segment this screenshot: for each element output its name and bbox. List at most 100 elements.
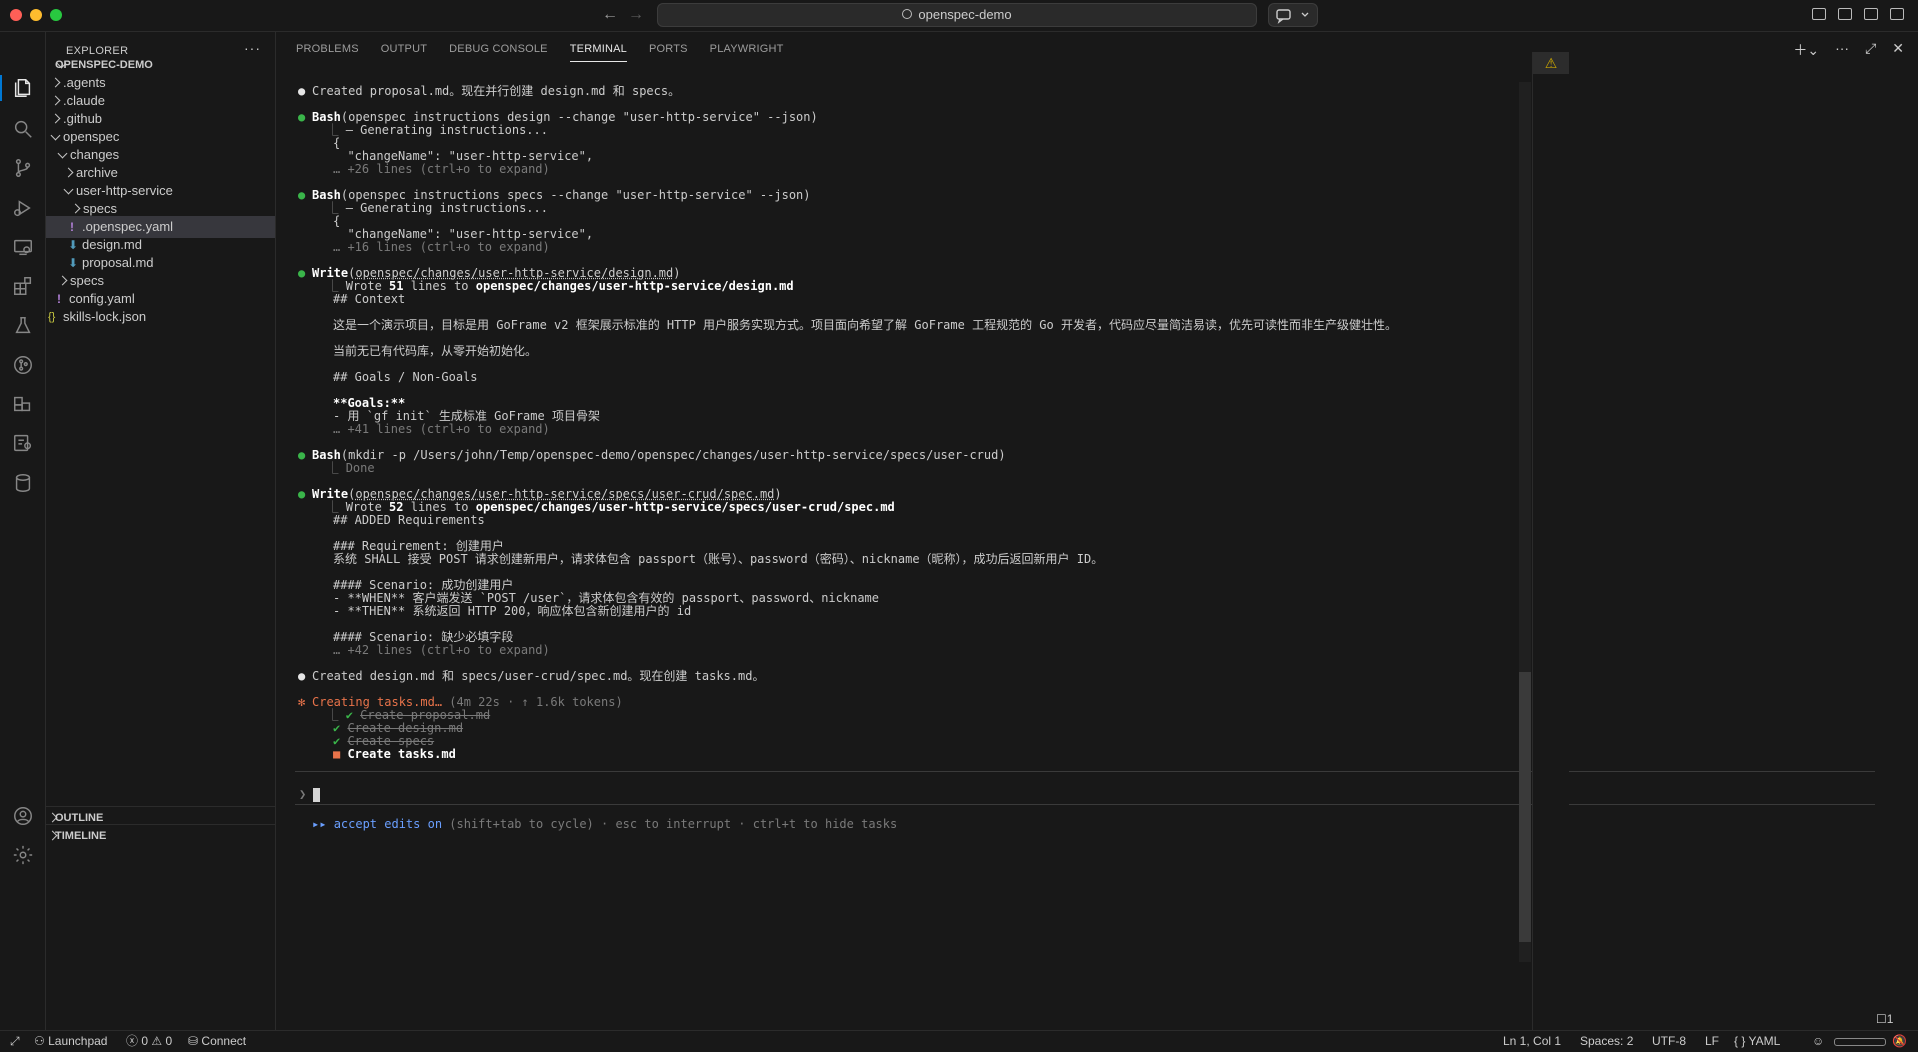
terminal-scrollbar[interactable]	[1519, 82, 1531, 962]
warning-count: 0	[165, 1034, 173, 1048]
testing-icon[interactable]	[11, 314, 35, 338]
mode-status-line[interactable]: ▸▸ accept edits on (shift+tab to cycle) …	[312, 816, 897, 832]
terminal-panel: PROBLEMS OUTPUT DEBUG CONSOLE TERMINAL P…	[276, 32, 1918, 1030]
toggle-secondary-sidebar-icon[interactable]	[1890, 8, 1904, 20]
toggle-panel-icon[interactable]	[1864, 8, 1878, 20]
search-icon[interactable]	[11, 117, 35, 141]
terminal-line: ⎿ – Generating instructions...	[312, 123, 548, 137]
tab-debug-console[interactable]: DEBUG CONSOLE	[449, 43, 548, 62]
expand-hint[interactable]: … +26 lines (ctrl+o to expand)	[333, 161, 550, 177]
database-icon[interactable]	[11, 471, 35, 495]
command-center-search[interactable]: openspec-demo	[657, 3, 1257, 27]
language-label: YAML	[1748, 1034, 1781, 1048]
expand-hint[interactable]: … +42 lines (ctrl+o to expand)	[333, 642, 550, 658]
tab-playwright[interactable]: PLAYWRIGHT	[710, 43, 784, 62]
tab-problems[interactable]: PROBLEMS	[296, 43, 359, 62]
title-bar: ← → openspec-demo	[0, 0, 1918, 32]
notification-count: 1	[1886, 1012, 1894, 1026]
terminal-line: ● Bash(mkdir -p /Users/john/Temp/openspec…	[298, 448, 1006, 462]
error-icon: ⓧ	[126, 1034, 139, 1048]
copilot-chat-button[interactable]	[1268, 3, 1318, 27]
terminal-line: ⎿ Done	[312, 461, 375, 475]
error-count: 0	[141, 1034, 149, 1048]
database-icon: ⛁	[188, 1034, 199, 1048]
chevron-right-icon	[50, 113, 61, 124]
tab-output[interactable]: OUTPUT	[381, 43, 427, 62]
end-of-line[interactable]: LF	[1705, 1031, 1719, 1052]
timeline-label: TIMELINE	[55, 830, 107, 842]
chevron-right-icon	[70, 203, 81, 214]
panel-actions: ＋⌄ ··· ⤢ ✕	[1793, 40, 1904, 60]
language-mode[interactable]: { } YAML	[1734, 1031, 1780, 1052]
minimize-window-button[interactable]	[30, 9, 42, 21]
prompt-input[interactable]: ❯	[299, 786, 321, 802]
text-cursor	[313, 787, 321, 802]
chat-notification-badge[interactable]: ☐1	[1876, 1012, 1893, 1026]
launchpad-label: Launchpad	[48, 1034, 108, 1048]
tree-file-skills-lock-json[interactable]: {} skills-lock.json	[46, 306, 275, 328]
warning-icon[interactable]: ⚠	[1533, 52, 1569, 74]
search-icon	[902, 9, 913, 19]
extensions-icon[interactable]	[11, 274, 35, 298]
terminal-line: ● Created proposal.md。现在并行创建 design.md 和 …	[298, 84, 681, 98]
notifications-bell-icon[interactable]: 🔕	[1892, 1031, 1907, 1052]
scrollbar-thumb[interactable]	[1519, 672, 1531, 942]
tab-terminal[interactable]: TERMINAL	[569, 43, 627, 62]
copilot-chat-icon	[1276, 9, 1309, 24]
settings-gear-icon[interactable]	[11, 843, 35, 867]
terminal-line: ● Created design.md 和 specs/user-crud/spe…	[298, 669, 765, 683]
layout-controls	[1812, 8, 1904, 20]
back-arrow-icon[interactable]: ←	[602, 6, 618, 24]
new-terminal-icon[interactable]: ＋⌄	[1793, 40, 1819, 60]
terminal-line: 当前无已有代码库，从零开始初始化。	[333, 344, 538, 358]
git-graph-icon[interactable]	[11, 353, 35, 377]
problems-indicator[interactable]: ⓧ 0 ⚠ 0	[126, 1031, 172, 1052]
expand-hint[interactable]: … +16 lines (ctrl+o to expand)	[333, 239, 550, 255]
encoding[interactable]: UTF-8	[1652, 1031, 1686, 1052]
terminal-output[interactable]: ● Created proposal.md。现在并行创建 design.md 和 …	[295, 76, 1879, 1030]
terminal-line: ## Goals / Non-Goals	[333, 370, 478, 384]
more-actions-icon[interactable]: ···	[1835, 40, 1849, 60]
launchpad-item[interactable]: ⚇ Launchpad	[34, 1031, 107, 1052]
copilot-status-icon[interactable]: ☺	[1812, 1031, 1824, 1052]
github-icon[interactable]	[11, 431, 35, 455]
connect-item[interactable]: ⛁ Connect	[188, 1031, 246, 1052]
terminal-line: ⎿ – Generating instructions...	[312, 201, 548, 215]
chevron-down-icon	[63, 184, 74, 195]
cursor-position[interactable]: Ln 1, Col 1	[1503, 1031, 1561, 1052]
connect-label: Connect	[201, 1034, 247, 1048]
account-icon[interactable]	[11, 804, 35, 828]
warning-icon: ⚠	[151, 1034, 163, 1048]
tree-label: skills-lock.json	[63, 309, 147, 324]
chevron-right-icon	[57, 275, 68, 286]
forward-arrow-icon[interactable]: →	[628, 6, 644, 24]
terminal-tabs-strip: ⚠	[1532, 52, 1569, 1030]
command-center-label: openspec-demo	[918, 7, 1012, 22]
run-debug-icon[interactable]	[11, 196, 35, 220]
tab-ports[interactable]: PORTS	[649, 43, 688, 62]
chevron-down-icon	[57, 148, 68, 159]
chevron-down-icon	[50, 130, 61, 141]
panel-tabs: PROBLEMS OUTPUT DEBUG CONSOLE TERMINAL P…	[296, 43, 806, 62]
braces-icon: { }	[1734, 1034, 1746, 1048]
indentation[interactable]: Spaces: 2	[1580, 1031, 1633, 1052]
remote-indicator-icon[interactable]: ⤢	[10, 1031, 20, 1052]
close-window-button[interactable]	[10, 9, 22, 21]
maximize-window-button[interactable]	[50, 9, 62, 21]
containers-icon[interactable]	[11, 392, 35, 416]
status-bar: ⤢ ⚇ Launchpad ⓧ 0 ⚠ 0 ⛁ Connect Ln 1, Co…	[0, 1030, 1918, 1052]
timeline-section[interactable]: TIMELINE	[46, 824, 275, 847]
remote-explorer-icon[interactable]	[11, 235, 35, 259]
expand-hint[interactable]: … +41 lines (ctrl+o to expand)	[333, 421, 550, 437]
activity-bar	[0, 32, 46, 1030]
progress-indicator	[1834, 1031, 1886, 1052]
terminal-line: 系统 SHALL 接受 POST 请求创建新用户，请求体包含 passport（…	[333, 552, 1104, 566]
source-control-icon[interactable]	[11, 156, 35, 180]
close-panel-icon[interactable]: ✕	[1892, 40, 1904, 60]
maximize-panel-icon[interactable]: ⤢	[1865, 40, 1876, 60]
files-icon[interactable]	[11, 76, 35, 100]
toggle-primary-sidebar-icon[interactable]	[1838, 8, 1852, 20]
customize-layout-icon[interactable]	[1812, 8, 1826, 20]
terminal-line: ## ADDED Requirements	[333, 513, 485, 527]
input-divider	[295, 771, 1875, 772]
